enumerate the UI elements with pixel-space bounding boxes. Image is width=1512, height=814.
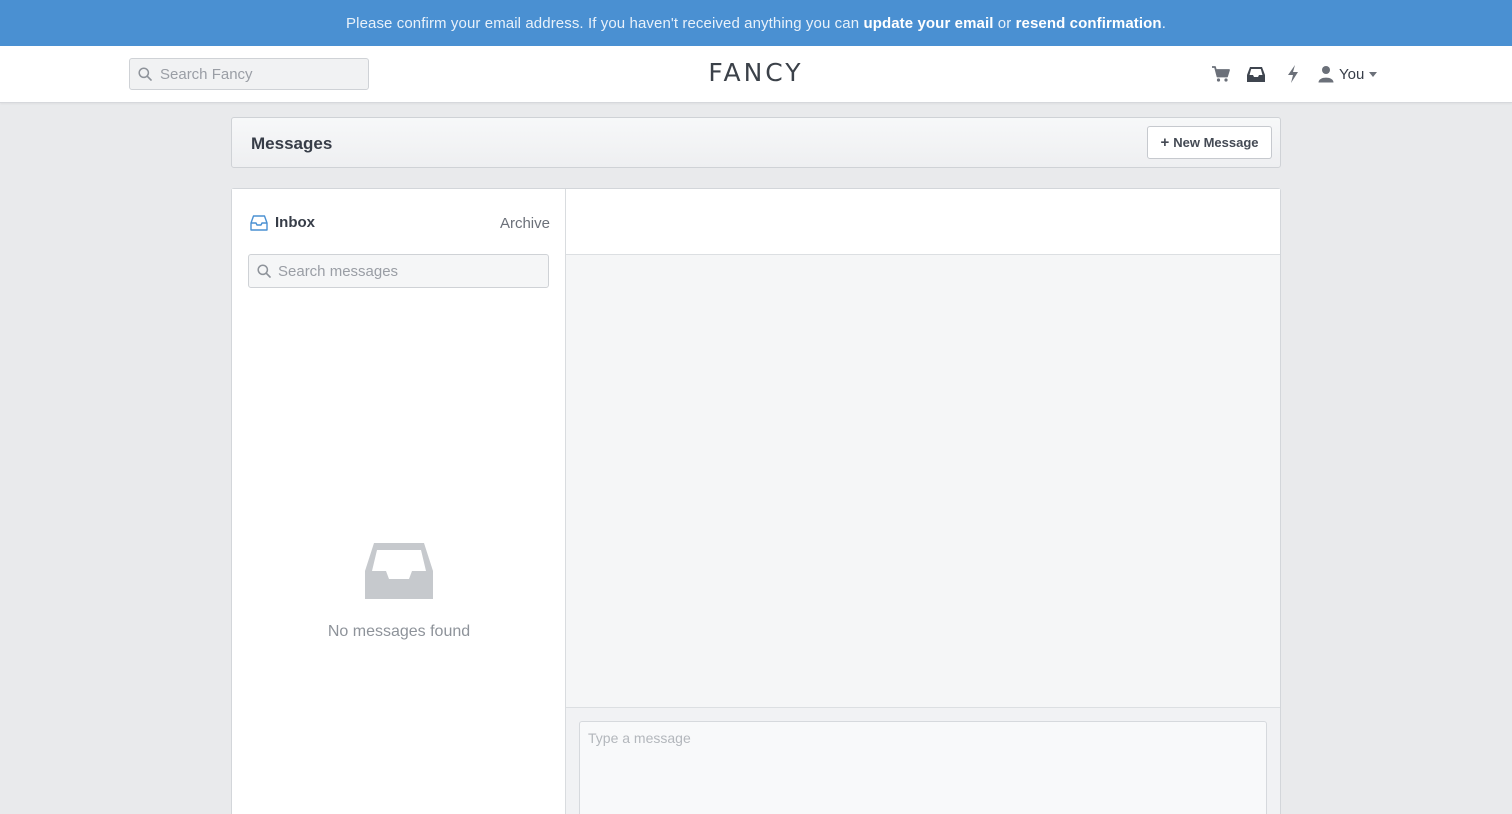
new-message-button[interactable]: + New Message <box>1147 126 1272 159</box>
banner-text-after: . <box>1161 14 1166 32</box>
banner-text-middle: or <box>993 14 1016 32</box>
inbox-icon <box>250 214 268 231</box>
thread-header <box>566 189 1280 255</box>
user-name: You <box>1339 65 1365 83</box>
empty-inbox-icon <box>365 543 433 599</box>
plus-icon: + <box>1160 134 1170 151</box>
conversation-pane <box>566 189 1280 814</box>
update-email-link[interactable]: update your email <box>863 15 993 32</box>
inbox-icon[interactable] <box>1245 63 1267 85</box>
messages-panel: Inbox Archive No messages found <box>231 188 1281 814</box>
fancy-logo[interactable]: FANCY <box>708 58 803 87</box>
search-icon <box>257 264 271 278</box>
email-confirm-banner: Please confirm your email address. If yo… <box>0 0 1512 46</box>
resend-confirmation-link[interactable]: resend confirmation <box>1016 15 1162 32</box>
thread-body <box>566 255 1280 707</box>
search-icon <box>138 67 152 81</box>
message-search-input[interactable] <box>249 255 548 287</box>
new-message-label: New Message <box>1173 135 1259 150</box>
inbox-label: Inbox <box>275 214 315 231</box>
user-icon <box>1318 66 1334 83</box>
message-input[interactable] <box>579 721 1267 814</box>
site-search-input[interactable] <box>130 59 368 89</box>
bolt-icon[interactable] <box>1282 63 1304 85</box>
banner-text-before: Please confirm your email address. If yo… <box>346 14 864 32</box>
tab-inbox[interactable]: Inbox <box>250 214 315 231</box>
site-search <box>129 58 369 90</box>
user-menu[interactable]: You <box>1318 63 1390 85</box>
page-title: Messages <box>251 134 333 153</box>
message-search <box>248 254 549 288</box>
messages-title-bar: Messages + New Message <box>231 117 1281 168</box>
empty-state-text: No messages found <box>327 623 471 640</box>
empty-state: No messages found <box>232 541 566 641</box>
site-header: FANCY You <box>0 46 1512 103</box>
tab-archive[interactable]: Archive <box>500 215 550 232</box>
message-composer <box>566 707 1280 814</box>
cart-icon[interactable] <box>1210 63 1232 85</box>
conversation-list-pane: Inbox Archive No messages found <box>232 189 566 814</box>
caret-down-icon <box>1369 71 1378 77</box>
